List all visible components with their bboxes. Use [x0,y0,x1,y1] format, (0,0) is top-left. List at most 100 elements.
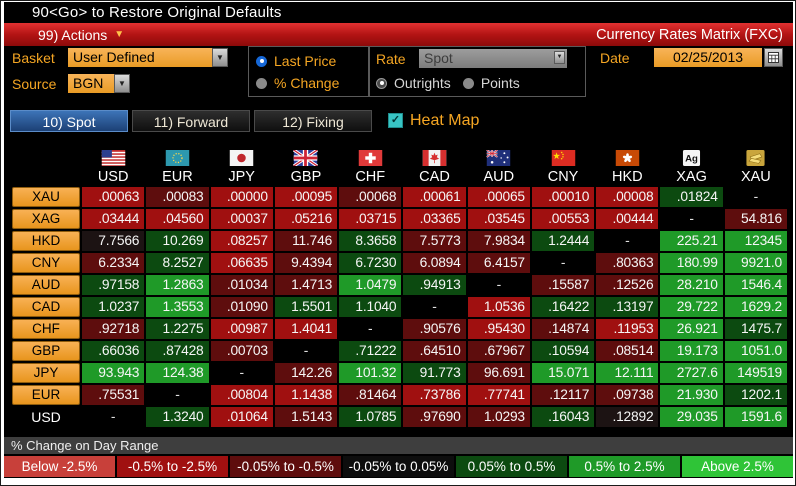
cell-cny-jpy[interactable]: .06635 [210,253,273,273]
cell-jpy-aud[interactable]: 96.691 [467,363,530,383]
column-header-gbp[interactable]: GBP [275,141,337,185]
calendar-icon[interactable] [764,48,783,67]
cell-xau-gbp[interactable]: .00095 [274,187,338,207]
cell-xag-usd[interactable]: .03444 [82,209,145,229]
cell-xag-cad[interactable]: .03365 [403,209,466,229]
cell-usd-jpy[interactable]: .01064 [210,407,273,427]
cell-cad-gbp[interactable]: 1.5501 [274,297,338,317]
cell-eur-hkd[interactable]: .09738 [596,385,659,405]
cell-gbp-usd[interactable]: .66036 [82,341,145,361]
cell-jpy-eur[interactable]: 124.38 [146,363,209,383]
cell-usd-cad[interactable]: .97690 [403,407,466,427]
row-header-eur[interactable]: EUR [12,385,80,405]
tab-11-forward[interactable]: 11) Forward [132,109,250,132]
cell-usd-gbp[interactable]: 1.5143 [274,407,338,427]
row-header-gbp[interactable]: GBP [12,341,80,361]
cell-xau-chf[interactable]: .00068 [339,187,402,207]
cell-cad-hkd[interactable]: .13197 [596,297,659,317]
cell-chf-jpy[interactable]: .00987 [210,319,273,339]
heat-map-checkbox[interactable]: ✓ Heat Map [388,112,479,130]
cell-aud-xag[interactable]: 28.210 [660,275,723,295]
column-header-aud[interactable]: AUD [468,141,530,185]
actions-menu-button[interactable]: 99) Actions ▼ [38,27,124,43]
cell-aud-cad[interactable]: .94913 [403,275,466,295]
basket-select[interactable]: User Defined [68,48,212,67]
cell-cad-chf[interactable]: 1.1040 [339,297,402,317]
cell-jpy-chf[interactable]: 101.32 [339,363,402,383]
cell-xag-cny[interactable]: .00553 [531,209,595,229]
cell-hkd-xag[interactable]: 225.21 [660,231,723,251]
row-header-cny[interactable]: CNY [12,253,80,273]
cell-jpy-cad[interactable]: 91.773 [403,363,466,383]
cell-xau-eur[interactable]: .00083 [146,187,209,207]
cell-eur-gbp[interactable]: 1.1438 [274,385,338,405]
cell-aud-aud[interactable]: - [467,275,530,295]
cell-usd-eur[interactable]: 1.3240 [146,407,209,427]
points-radio[interactable]: Points [451,72,520,94]
cell-hkd-usd[interactable]: 7.7566 [82,231,145,251]
cell-chf-gbp[interactable]: 1.4041 [274,319,338,339]
cell-cad-cad[interactable]: - [403,297,466,317]
basket-dropdown-arrow-icon[interactable]: ▼ [212,48,228,67]
cell-cny-gbp[interactable]: 9.4394 [274,253,338,273]
cell-chf-xau[interactable]: 1475.7 [724,319,787,339]
cell-jpy-xag[interactable]: 2727.6 [660,363,723,383]
cell-xag-gbp[interactable]: .05216 [274,209,338,229]
column-header-jpy[interactable]: JPY [211,141,273,185]
cell-cad-xag[interactable]: 29.722 [660,297,723,317]
cell-xau-cny[interactable]: .00010 [531,187,595,207]
date-input[interactable]: 02/25/2013 [654,48,762,67]
cell-cny-cad[interactable]: 6.0894 [403,253,466,273]
cell-chf-cny[interactable]: .14874 [531,319,595,339]
cell-gbp-hkd[interactable]: .08514 [596,341,659,361]
source-dropdown-arrow-icon[interactable]: ▼ [114,74,130,93]
cell-aud-hkd[interactable]: .12526 [596,275,659,295]
cell-eur-eur[interactable]: - [146,385,209,405]
cell-aud-usd[interactable]: .97158 [82,275,145,295]
outrights-radio[interactable]: Outrights [369,72,451,94]
cell-gbp-gbp[interactable]: - [274,341,338,361]
cell-cad-cny[interactable]: .16422 [531,297,595,317]
cell-cny-hkd[interactable]: .80363 [596,253,659,273]
row-header-cad[interactable]: CAD [12,297,80,317]
cell-eur-aud[interactable]: .77741 [467,385,530,405]
row-header-hkd[interactable]: HKD [12,231,80,251]
cell-jpy-xau[interactable]: 149519 [724,363,787,383]
tab-10-spot[interactable]: 10) Spot [10,109,128,132]
cell-gbp-jpy[interactable]: .00703 [210,341,273,361]
cell-jpy-gbp[interactable]: 142.26 [274,363,338,383]
column-header-xag[interactable]: Ag XAG [660,141,722,185]
cell-chf-eur[interactable]: 1.2275 [146,319,209,339]
cell-hkd-gbp[interactable]: 11.746 [274,231,338,251]
cell-cny-cny[interactable]: - [531,253,595,273]
cell-aud-cny[interactable]: .15587 [531,275,595,295]
cell-xau-xau[interactable]: - [724,187,787,207]
cell-xag-xau[interactable]: 54.816 [724,209,787,229]
pct-change-radio[interactable]: % Change [249,72,369,94]
cell-hkd-aud[interactable]: 7.9834 [467,231,530,251]
tab-12-fixing[interactable]: 12) Fixing [254,109,372,132]
cell-eur-xau[interactable]: 1202.1 [724,385,787,405]
cell-jpy-usd[interactable]: 93.943 [82,363,145,383]
cell-xag-aud[interactable]: .03545 [467,209,530,229]
source-select[interactable]: BGN [68,74,114,93]
cell-xag-eur[interactable]: .04560 [146,209,209,229]
cell-aud-jpy[interactable]: .01034 [210,275,273,295]
row-header-chf[interactable]: CHF [12,319,80,339]
cell-xau-aud[interactable]: .00065 [467,187,530,207]
cell-hkd-eur[interactable]: 10.269 [146,231,209,251]
cell-cad-jpy[interactable]: .01090 [210,297,273,317]
cell-eur-usd[interactable]: .75531 [82,385,145,405]
cell-usd-usd[interactable]: - [82,407,145,427]
cell-cad-aud[interactable]: 1.0536 [467,297,530,317]
cell-hkd-chf[interactable]: 8.3658 [339,231,402,251]
cell-hkd-xau[interactable]: 12345 [724,231,787,251]
cell-cad-eur[interactable]: 1.3553 [146,297,209,317]
cell-usd-hkd[interactable]: .12892 [596,407,659,427]
last-price-radio[interactable]: Last Price [249,50,369,72]
cell-xag-xag[interactable]: - [660,209,723,229]
column-header-xau[interactable]: XAU [725,141,787,185]
cell-gbp-cny[interactable]: .10594 [531,341,595,361]
cell-usd-aud[interactable]: 1.0293 [467,407,530,427]
row-header-usd[interactable]: USD [12,407,80,427]
